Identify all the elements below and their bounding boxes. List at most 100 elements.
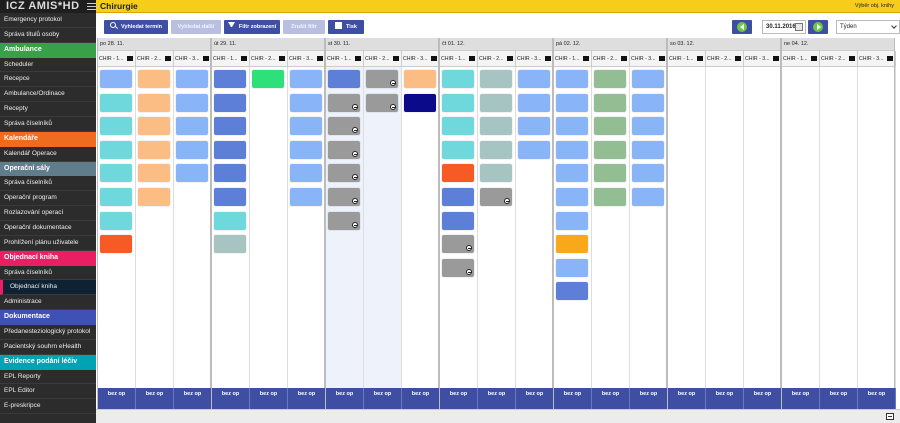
appointment-slot[interactable] [290, 70, 322, 88]
room-footer[interactable]: bez op [858, 388, 896, 409]
appointment-slot[interactable] [138, 164, 170, 183]
room-footer[interactable]: bez op [744, 388, 782, 409]
room-footer[interactable]: bez op [364, 388, 402, 409]
sidebar-section-header[interactable]: Kalendáře [0, 131, 96, 147]
room-info-icon[interactable] [355, 56, 361, 61]
appointment-slot[interactable] [442, 188, 474, 206]
sidebar-section-header[interactable]: Evidence podání léčiv [0, 354, 96, 370]
appointment-slot[interactable] [480, 188, 512, 206]
room-schedule[interactable] [402, 67, 440, 388]
appointment-slot[interactable] [442, 211, 474, 230]
appointment-slot[interactable] [328, 70, 360, 88]
appointment-slot[interactable] [214, 188, 246, 206]
room-info-icon[interactable] [241, 56, 247, 61]
appointment-slot[interactable] [594, 164, 626, 183]
appointment-slot[interactable] [556, 70, 588, 88]
room-footer[interactable]: bez op [402, 388, 440, 409]
appointment-slot[interactable] [518, 140, 550, 159]
room-header[interactable]: CHIR - 1... [440, 51, 478, 67]
appointment-slot[interactable] [442, 93, 474, 112]
appointment-slot[interactable] [138, 140, 170, 159]
room-schedule[interactable] [858, 67, 896, 388]
room-schedule[interactable] [592, 67, 630, 388]
room-header[interactable]: CHIR - 1... [212, 51, 250, 67]
appointment-slot[interactable] [176, 140, 208, 159]
room-info-icon[interactable] [887, 56, 893, 61]
appointment-slot[interactable] [176, 164, 208, 183]
room-footer[interactable]: bez op [250, 388, 288, 409]
room-info-icon[interactable] [317, 56, 323, 61]
appointment-slot[interactable] [100, 70, 132, 88]
appointment-slot[interactable] [442, 70, 474, 88]
room-schedule[interactable] [440, 67, 478, 388]
room-header[interactable]: CHIR - 3... [744, 51, 782, 67]
appointment-slot[interactable] [404, 70, 436, 88]
appointment-slot[interactable] [632, 93, 664, 112]
appointment-slot[interactable] [100, 93, 132, 112]
room-info-icon[interactable] [431, 56, 437, 61]
appointment-slot[interactable] [214, 164, 246, 183]
room-info-icon[interactable] [659, 56, 665, 61]
appointment-slot[interactable] [556, 164, 588, 183]
room-header[interactable]: CHIR - 2... [250, 51, 288, 67]
sidebar-item[interactable]: Recepce [0, 72, 96, 88]
collapse-panel-icon[interactable] [886, 413, 894, 420]
room-header[interactable]: CHIR - 3... [630, 51, 668, 67]
room-info-icon[interactable] [735, 56, 741, 61]
appointment-slot[interactable] [214, 70, 246, 88]
sidebar-item[interactable]: EPL Editor [0, 384, 96, 400]
appointment-slot[interactable] [632, 164, 664, 183]
room-info-icon[interactable] [203, 56, 209, 61]
sidebar-item[interactable]: Předanesteziologický protokol [0, 325, 96, 340]
appointment-slot[interactable] [480, 70, 512, 88]
appointment-slot[interactable] [442, 258, 474, 277]
appointment-slot[interactable] [290, 117, 322, 136]
sidebar-section-header[interactable]: Dokumentace [0, 310, 96, 326]
sidebar-item[interactable]: Rozlazování operací [0, 206, 96, 222]
room-info-icon[interactable] [583, 56, 589, 61]
room-info-icon[interactable] [849, 56, 855, 61]
sidebar-item[interactable]: Pacientský souhrn eHealth [0, 340, 96, 355]
appointment-slot[interactable] [632, 70, 664, 88]
filter-button[interactable]: Filtr zobrazení [224, 20, 280, 34]
appointment-slot[interactable] [480, 93, 512, 112]
room-footer[interactable]: bez op [174, 388, 212, 409]
appointment-slot[interactable] [556, 140, 588, 159]
sidebar-item-active[interactable]: Objednací kniha [0, 280, 96, 296]
sidebar-item[interactable]: EPL Reporty [0, 370, 96, 385]
room-footer[interactable]: bez op [440, 388, 478, 409]
sidebar-item[interactable]: Správa číselníků [0, 117, 96, 132]
room-footer[interactable]: bez op [136, 388, 174, 409]
room-footer[interactable]: bez op [288, 388, 326, 409]
date-input[interactable]: 30.11.2016 [762, 20, 806, 34]
select-order-book-link[interactable]: Výběr obj. knihy [855, 3, 894, 9]
room-header[interactable]: CHIR - 2... [820, 51, 858, 67]
room-header[interactable]: CHIR - 3... [288, 51, 326, 67]
appointment-slot[interactable] [100, 117, 132, 136]
room-schedule[interactable] [212, 67, 250, 388]
appointment-slot[interactable] [480, 164, 512, 183]
sidebar-item[interactable]: Správa číselníků [0, 176, 96, 192]
appointment-slot[interactable] [632, 117, 664, 136]
room-info-icon[interactable] [279, 56, 285, 61]
appointment-slot[interactable] [556, 93, 588, 112]
appointment-slot[interactable] [328, 140, 360, 159]
find-term-button[interactable]: Vyhledat termín [104, 20, 168, 34]
appointment-slot[interactable] [442, 235, 474, 254]
appointment-slot[interactable] [290, 164, 322, 183]
appointment-slot[interactable] [404, 93, 436, 112]
appointment-slot[interactable] [176, 70, 208, 88]
appointment-slot[interactable] [138, 70, 170, 88]
appointment-slot[interactable] [214, 140, 246, 159]
appointment-slot[interactable] [252, 70, 284, 88]
room-footer[interactable]: bez op [668, 388, 706, 409]
room-schedule[interactable] [98, 67, 136, 388]
appointment-slot[interactable] [556, 235, 588, 254]
room-header[interactable]: CHIR - 3... [516, 51, 554, 67]
room-footer[interactable]: bez op [630, 388, 668, 409]
appointment-slot[interactable] [138, 188, 170, 206]
appointment-slot[interactable] [100, 140, 132, 159]
sidebar-item[interactable]: Kalendář Operace [0, 147, 96, 162]
appointment-slot[interactable] [366, 93, 398, 112]
sidebar-item[interactable]: Recepty [0, 102, 96, 118]
